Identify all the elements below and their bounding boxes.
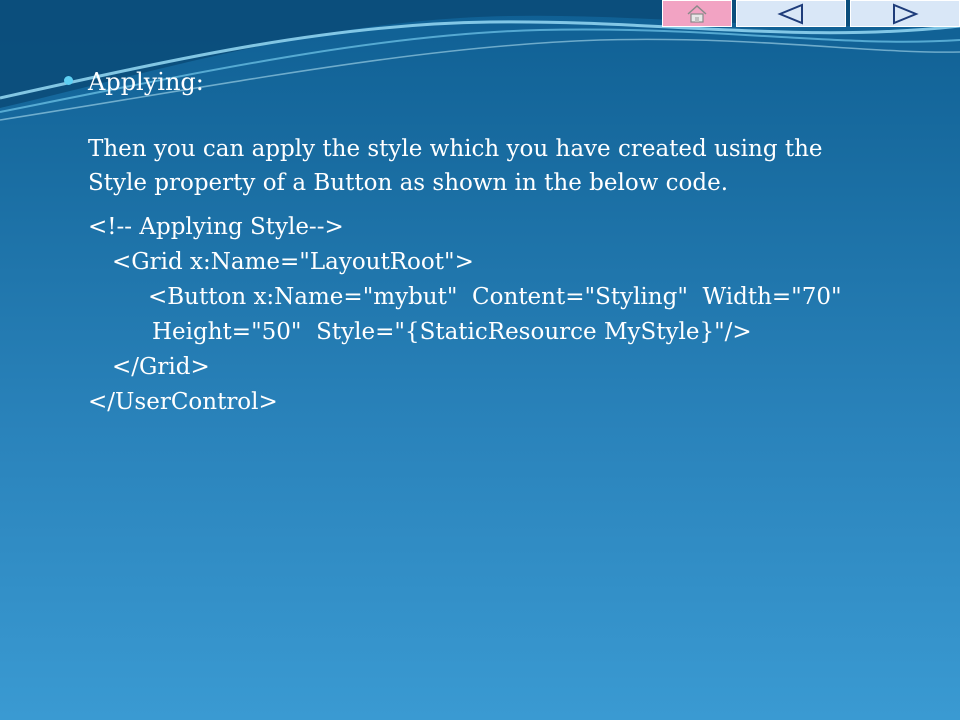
previous-triangle-icon xyxy=(777,3,803,24)
slide-content: Applying: Then you can apply the style w… xyxy=(88,64,908,420)
home-icon xyxy=(687,4,707,23)
code-line-button: <Button x:Name="mybut" Content="Styling"… xyxy=(148,284,842,310)
paragraph: Then you can apply the style which you h… xyxy=(88,132,908,200)
code-line-grid-close: </Grid> xyxy=(112,354,210,380)
previous-slide-button[interactable] xyxy=(736,0,846,27)
paragraph-line: Style property of a Button as shown in t… xyxy=(88,170,729,196)
code-line-usercontrol-close: </UserControl> xyxy=(88,389,278,415)
navigation-bar xyxy=(658,0,960,27)
next-triangle-icon xyxy=(893,3,919,24)
next-slide-button[interactable] xyxy=(850,0,960,27)
paragraph-line: Then you can apply the style which you h… xyxy=(88,136,823,162)
bullet-icon xyxy=(64,76,73,85)
code-line-button-attrs: Height="50" Style="{StaticResource MySty… xyxy=(152,319,752,345)
slide-heading: Applying: xyxy=(88,68,204,96)
home-button[interactable] xyxy=(662,0,732,27)
code-block: <!-- Applying Style--> <Grid x:Name="Lay… xyxy=(88,210,908,420)
code-line-comment: <!-- Applying Style--> xyxy=(88,214,344,240)
code-line-grid-open: <Grid x:Name="LayoutRoot"> xyxy=(112,249,474,275)
